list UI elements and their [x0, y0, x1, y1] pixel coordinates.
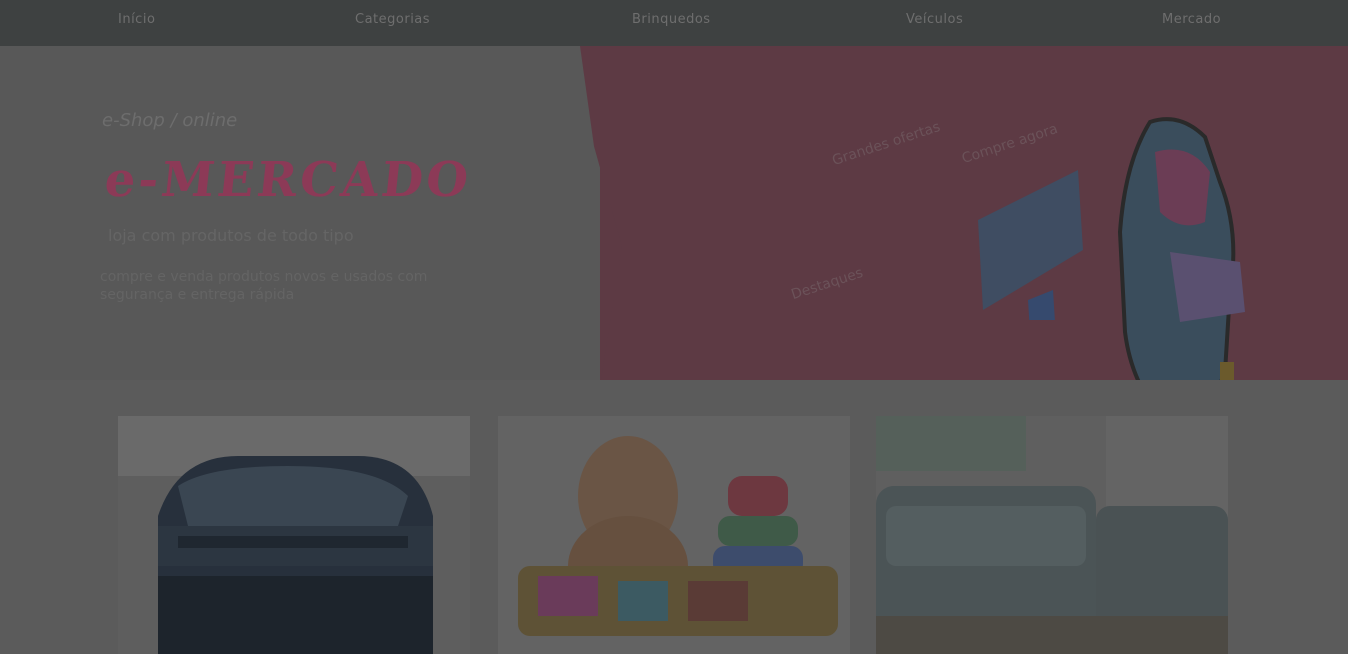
nav-item-toys[interactable]: Brinquedos — [632, 12, 711, 27]
product-card-toys[interactable] — [498, 416, 850, 654]
sign-illustration — [978, 170, 1083, 320]
hero-banner: e-Shop / online e-MERCADO loja com produ… — [0, 46, 1348, 380]
product-card-car[interactable] — [118, 416, 470, 654]
nav-item-vehicles[interactable]: Veículos — [906, 12, 963, 27]
product-card-sofa[interactable] — [876, 416, 1228, 654]
top-navbar: Início Categorias Brinquedos Veículos Me… — [0, 0, 1348, 46]
nav-item-market[interactable]: Mercado — [1162, 12, 1221, 27]
hero-description: compre e venda produtos novos e usados c… — [100, 269, 428, 303]
hero-figure-illustration — [1117, 117, 1245, 380]
nav-item-home[interactable]: Início — [118, 12, 155, 27]
hero-subtitle: loja com produtos de todo tipo — [108, 226, 354, 245]
hero-title: e-MERCADO — [102, 152, 474, 208]
nav-item-categories[interactable]: Categorias — [355, 12, 430, 27]
hero-tagline: e-Shop / online — [102, 110, 238, 131]
